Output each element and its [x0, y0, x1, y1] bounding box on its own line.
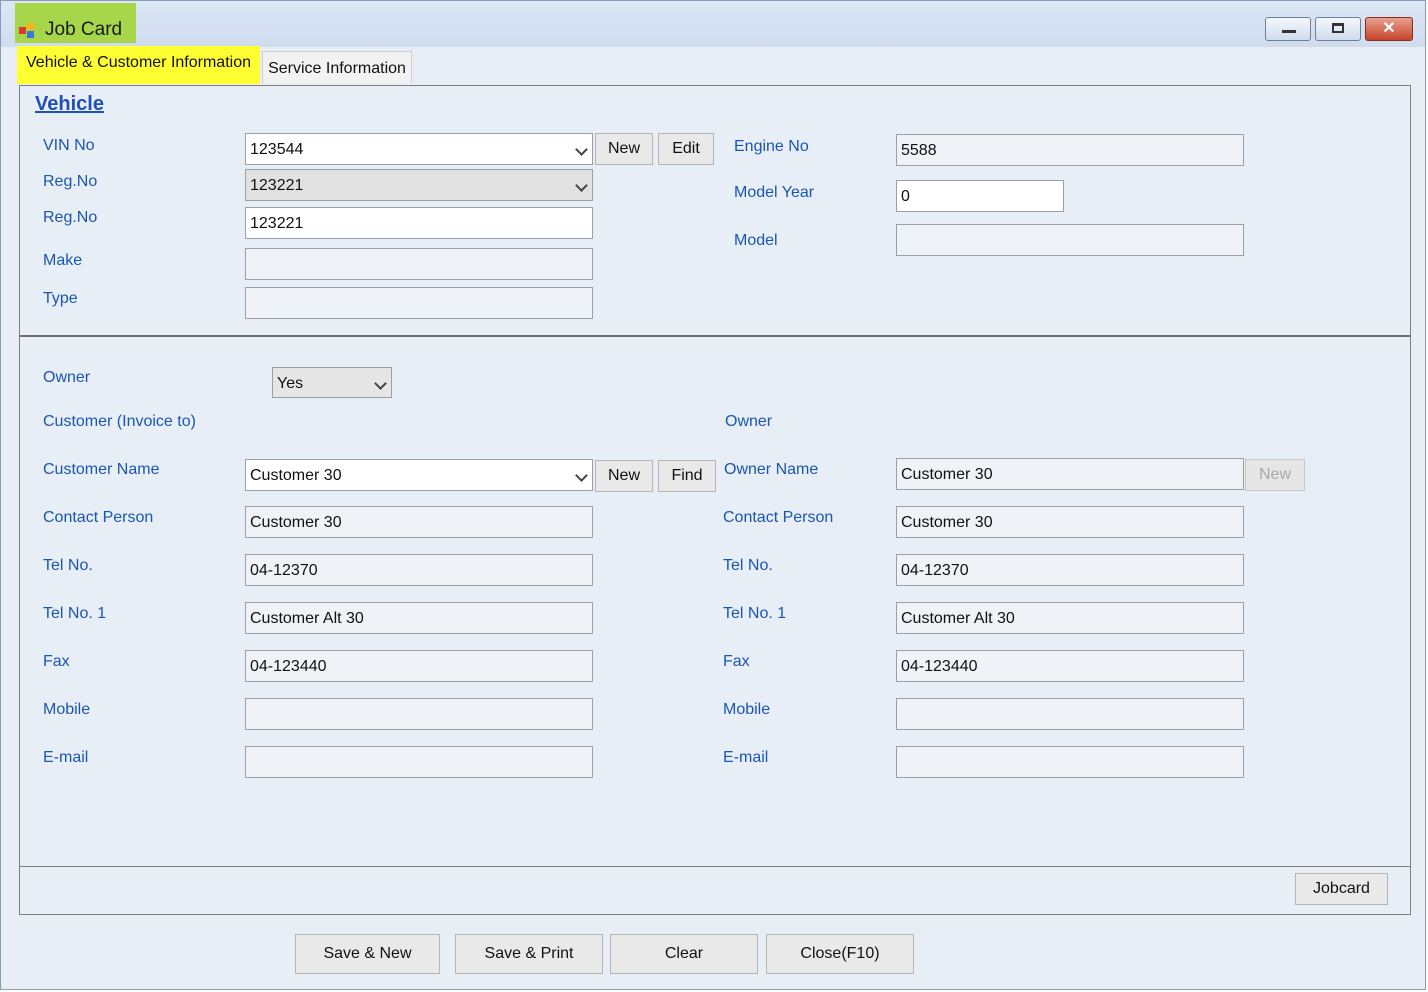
make-field[interactable] [245, 248, 593, 280]
reg-no-combo-label: Reg.No [43, 173, 98, 190]
owner-mobile-field[interactable] [896, 698, 1244, 730]
owner-section-label: Owner [725, 413, 773, 430]
owner-select[interactable]: Yes [272, 367, 392, 398]
owner-name-field[interactable]: Customer 30 [896, 458, 1244, 490]
job-card-window: Job Card ✕ Vehicle & Customer Informatio… [0, 0, 1426, 990]
owner-fax-label: Fax [723, 653, 750, 670]
owner-flag-label: Owner [43, 369, 91, 386]
vehicle-section-title: Vehicle [35, 93, 104, 115]
window-title: Job Card [45, 19, 123, 40]
jobcard-bar-divider [19, 866, 1411, 867]
tab-service-information[interactable]: Service Information [262, 51, 412, 83]
save-print-button[interactable]: Save & Print [455, 934, 603, 974]
minimize-button[interactable] [1265, 17, 1311, 41]
jobcard-button[interactable]: Jobcard [1295, 873, 1388, 905]
model-year-label: Model Year [734, 184, 815, 201]
customer-email-field[interactable] [245, 746, 593, 778]
customer-new-button[interactable]: New [595, 460, 653, 492]
type-label: Type [43, 290, 78, 307]
chevron-down-icon [575, 179, 588, 192]
owner-name-label: Owner Name [724, 461, 819, 478]
owner-email-field[interactable] [896, 746, 1244, 778]
customer-tel1-label: Tel No. 1 [43, 605, 107, 622]
make-label: Make [43, 252, 83, 269]
title-bar: Job Card ✕ [1, 1, 1425, 47]
reg-no-label: Reg.No [43, 209, 98, 226]
tab-vehicle-customer-information[interactable]: Vehicle & Customer Information [17, 46, 260, 84]
customer-name-label: Customer Name [43, 461, 160, 478]
owner-tel1-label: Tel No. 1 [723, 605, 787, 622]
minimize-icon [1282, 30, 1296, 33]
reg-no-field[interactable]: 123221 [245, 207, 593, 239]
customer-name-value: Customer 30 [250, 467, 342, 484]
customer-tel1-field[interactable]: Customer Alt 30 [245, 602, 593, 634]
owner-new-button[interactable]: New [1245, 459, 1305, 491]
model-label: Model [734, 232, 778, 249]
owner-contact-person-field[interactable]: Customer 30 [896, 506, 1244, 538]
close-icon: ✕ [1382, 20, 1396, 37]
clear-button[interactable]: Clear [610, 934, 758, 974]
customer-tel-label: Tel No. [43, 557, 93, 574]
customer-tel-field[interactable]: 04-12370 [245, 554, 593, 586]
owner-select-value: Yes [277, 375, 304, 392]
customer-contact-person-field[interactable]: Customer 30 [245, 506, 593, 538]
model-field[interactable] [896, 224, 1244, 256]
vin-no-label: VIN No [43, 137, 95, 154]
customer-contact-person-label: Contact Person [43, 509, 154, 526]
customer-mobile-field[interactable] [245, 698, 593, 730]
reg-no-combobox[interactable]: 123221 [245, 169, 593, 201]
reg-no-combo-value: 123221 [250, 177, 304, 194]
customer-find-button[interactable]: Find [658, 460, 716, 492]
vehicle-edit-button[interactable]: Edit [658, 133, 714, 165]
customer-fax-label: Fax [43, 653, 70, 670]
customer-mobile-label: Mobile [43, 701, 91, 718]
owner-tel-field[interactable]: 04-12370 [896, 554, 1244, 586]
chevron-down-icon [575, 143, 588, 156]
close-button[interactable]: Close(F10) [766, 934, 914, 974]
customer-invoice-to-label: Customer (Invoice to) [43, 413, 196, 430]
save-new-button[interactable]: Save & New [295, 934, 440, 974]
owner-fax-field[interactable]: 04-123440 [896, 650, 1244, 682]
customer-email-label: E-mail [43, 749, 89, 766]
tab-content-panel [19, 85, 1411, 915]
section-divider [19, 335, 1411, 337]
type-field[interactable] [245, 287, 593, 319]
customer-name-combobox[interactable]: Customer 30 [245, 459, 593, 491]
engine-no-label: Engine No [734, 138, 809, 155]
vin-no-combobox[interactable]: 123544 [245, 133, 593, 165]
vehicle-new-button[interactable]: New [595, 133, 653, 165]
owner-mobile-label: Mobile [723, 701, 771, 718]
engine-no-field[interactable]: 5588 [896, 134, 1244, 166]
vin-no-value: 123544 [250, 141, 304, 158]
restore-icon [1332, 23, 1344, 33]
chevron-down-icon [575, 469, 588, 482]
chevron-down-icon [374, 377, 387, 390]
app-icon [19, 23, 37, 39]
model-year-field[interactable]: 0 [896, 180, 1064, 212]
owner-tel1-field[interactable]: Customer Alt 30 [896, 602, 1244, 634]
owner-tel-label: Tel No. [723, 557, 773, 574]
maximize-button[interactable] [1315, 17, 1361, 41]
customer-fax-field[interactable]: 04-123440 [245, 650, 593, 682]
owner-contact-person-label: Contact Person [723, 509, 834, 526]
owner-email-label: E-mail [723, 749, 769, 766]
close-window-button[interactable]: ✕ [1365, 17, 1413, 41]
